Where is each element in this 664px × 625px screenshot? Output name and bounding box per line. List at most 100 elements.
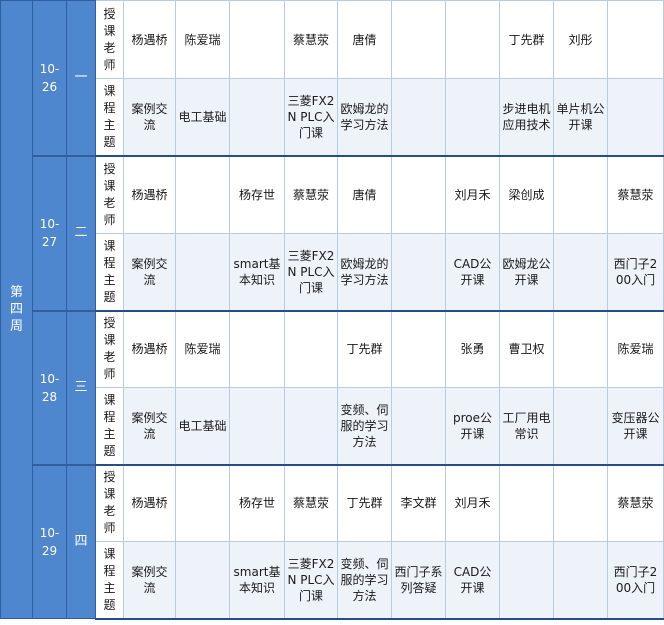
day-date-text: 10-28 xyxy=(39,371,60,404)
teacher-cell xyxy=(499,464,554,542)
day-date: 10-28 xyxy=(32,309,67,465)
week-label-text: 第四周 xyxy=(9,285,23,334)
teacher-cell: 丁先群 xyxy=(499,0,554,79)
teacher-row: 10-29 四授课老师 杨遇桥 杨存世 蔡慧荥 丁先群 李文群 刘月禾 蔡慧荥 xyxy=(1,463,664,619)
topic-row: 课程主题 案例交流 电工基础 变频、伺服的学习方法 proe公开课 工厂用电常识 变压器公开… xyxy=(1,387,664,466)
topic-cell: 欧姆龙的学习方法 xyxy=(337,233,392,312)
day-weekday: 四 xyxy=(66,463,96,619)
topic-cell: 变频、伺服的学习方法 xyxy=(337,541,392,620)
row-label-text: 授课老师 xyxy=(103,6,116,72)
topic-cell xyxy=(553,541,608,620)
day-date: 10-27 xyxy=(32,154,67,311)
day-weekday-text: 四 xyxy=(74,533,88,549)
topic-cell: 工厂用电常识 xyxy=(499,387,554,466)
topic-row: 课程主题 案例交流 电工基础 三菱FX2N PLC入门课 欧姆龙的学习方法 步进电机应用技… xyxy=(1,78,664,157)
teacher-cell: 杨遇桥 xyxy=(123,0,176,79)
topic-cell xyxy=(391,387,446,466)
topic-row-label: 课程主题 xyxy=(95,78,124,157)
topic-row-label: 课程主题 xyxy=(95,541,124,620)
topic-cell: 三菱FX2N PLC入门课 xyxy=(284,541,338,620)
topic-cell: smart基本知识 xyxy=(229,233,285,312)
teacher-cell: 刘月禾 xyxy=(445,155,500,234)
topic-row: 课程主题 案例交流 smart基本知识 三菱FX2N PLC入门课 变频、伺服的学习方法… xyxy=(1,541,664,620)
teacher-cell: 蔡慧荥 xyxy=(284,0,338,79)
teacher-cell xyxy=(229,0,285,79)
week-label: 第四周 xyxy=(0,0,33,619)
row-label-text: 课程主题 xyxy=(103,392,116,458)
teacher-row: 第四周 10-26 一授课老师 杨遇桥 陈爱瑞 蔡慧荥 唐倩 丁先群 刘彤 xyxy=(0,0,664,619)
teacher-row-label: 授课老师 xyxy=(95,464,124,542)
teacher-cell: 杨存世 xyxy=(229,464,285,542)
topic-cell: 案例交流 xyxy=(123,233,176,312)
row-label-text: 课程主题 xyxy=(103,238,116,304)
topic-cell: 案例交流 xyxy=(123,541,176,620)
row-label-text: 课程主题 xyxy=(103,546,116,612)
topic-cell: 电工基础 xyxy=(175,78,230,157)
topic-cell xyxy=(445,78,500,157)
topic-cell xyxy=(229,387,285,466)
schedule-table: 第四周 10-26 一授课老师 杨遇桥 陈爱瑞 蔡慧荥 唐倩 丁先群 刘彤 课程主题 案例交流 电工基… xyxy=(0,0,664,620)
teacher-cell: 曹卫权 xyxy=(499,310,554,388)
topic-cell: CAD公开课 xyxy=(445,233,500,312)
teacher-cell: 丁先群 xyxy=(337,310,392,388)
topic-cell: 步进电机应用技术 xyxy=(499,78,554,157)
row-label-text: 课程主题 xyxy=(103,83,116,149)
topic-cell: CAD公开课 xyxy=(445,541,500,620)
teacher-cell: 蔡慧荥 xyxy=(607,155,664,234)
teacher-cell: 唐倩 xyxy=(337,0,392,79)
teacher-cell xyxy=(553,155,608,234)
teacher-cell xyxy=(391,310,446,388)
topic-cell xyxy=(499,541,554,620)
row-label-text: 授课老师 xyxy=(103,161,116,227)
teacher-cell xyxy=(175,464,230,542)
teacher-cell: 杨遇桥 xyxy=(123,310,176,388)
day-weekday-text: 二 xyxy=(74,225,88,240)
topic-row-label: 课程主题 xyxy=(95,233,124,312)
topic-cell xyxy=(284,387,338,466)
teacher-cell xyxy=(553,310,608,388)
day-weekday: 二 xyxy=(66,154,96,311)
teacher-cell xyxy=(391,155,446,234)
teacher-cell xyxy=(229,310,285,388)
topic-cell: smart基本知识 xyxy=(229,541,285,620)
topic-cell: proe公开课 xyxy=(445,387,500,466)
teacher-cell xyxy=(284,310,338,388)
topic-cell: 单片机公开课 xyxy=(553,78,608,157)
teacher-row-label: 授课老师 xyxy=(95,310,124,388)
teacher-cell xyxy=(391,0,446,79)
topic-cell: 西门子系列答疑 xyxy=(391,541,446,620)
day-date-text: 10-26 xyxy=(39,61,60,94)
topic-cell: 变压器公开课 xyxy=(607,387,664,466)
teacher-cell: 丁先群 xyxy=(337,464,392,542)
teacher-cell: 刘月禾 xyxy=(445,464,500,542)
teacher-cell xyxy=(607,0,664,79)
topic-cell: 西门子200入门 xyxy=(607,541,664,620)
teacher-row: 10-28 三授课老师 杨遇桥 陈爱瑞 丁先群 张勇 曹卫权 陈爱瑞 xyxy=(1,309,664,465)
teacher-row: 10-27 二授课老师 杨遇桥 杨存世 蔡慧荥 唐倩 刘月禾 梁创成 蔡慧荥 xyxy=(1,154,664,311)
teacher-cell: 张勇 xyxy=(445,310,500,388)
topic-cell xyxy=(175,233,230,312)
topic-cell: 案例交流 xyxy=(123,387,176,466)
teacher-row-label: 授课老师 xyxy=(95,155,124,234)
teacher-cell: 杨存世 xyxy=(229,155,285,234)
teacher-cell: 蔡慧荥 xyxy=(284,464,338,542)
day-weekday-text: 三 xyxy=(74,379,88,395)
topic-cell: 变频、伺服的学习方法 xyxy=(337,387,392,466)
teacher-cell: 李文群 xyxy=(391,464,446,542)
topic-cell: 三菱FX2N PLC入门课 xyxy=(284,233,338,312)
day-date-text: 10-29 xyxy=(39,525,60,558)
topic-cell xyxy=(553,387,608,466)
topic-cell xyxy=(607,78,664,157)
topic-cell: 欧姆龙的学习方法 xyxy=(337,78,392,157)
day-date-text: 10-27 xyxy=(39,217,60,249)
row-label-text: 授课老师 xyxy=(103,316,116,382)
topic-cell: 西门子200入门 xyxy=(607,233,664,312)
day-weekday: 三 xyxy=(66,309,96,465)
topic-row: 课程主题 案例交流 smart基本知识 三菱FX2N PLC入门课 欧姆龙的学习方法 CA… xyxy=(1,233,664,312)
teacher-row-label: 授课老师 xyxy=(95,0,124,79)
teacher-cell: 蔡慧荥 xyxy=(607,464,664,542)
topic-cell xyxy=(391,233,446,312)
teacher-cell: 唐倩 xyxy=(337,155,392,234)
topic-cell: 案例交流 xyxy=(123,78,176,157)
day-weekday-text: 一 xyxy=(74,69,88,85)
